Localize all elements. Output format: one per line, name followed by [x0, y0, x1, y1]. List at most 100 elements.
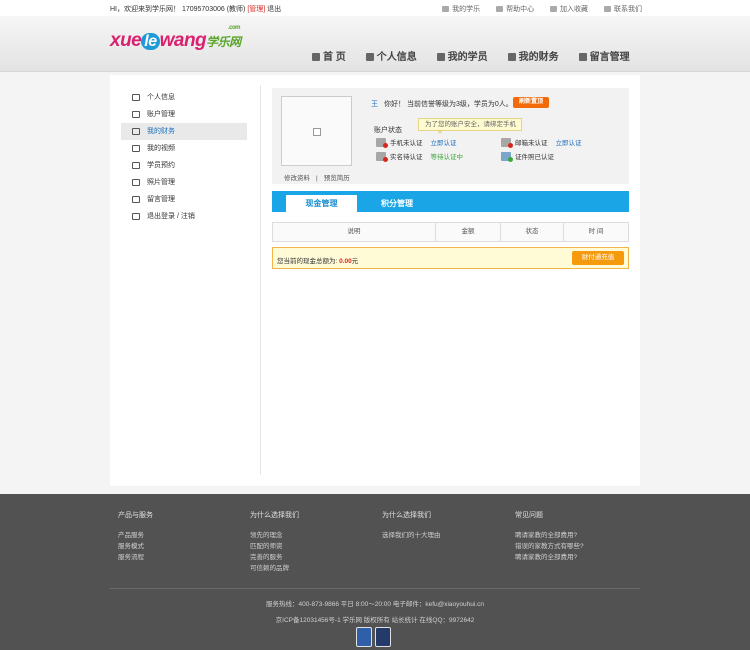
tab-cash-management[interactable]: 现金管理: [286, 195, 357, 212]
verify-email-link[interactable]: 立即认证: [556, 140, 582, 147]
security-badge-icon[interactable]: [375, 627, 391, 647]
certificate-icon: [501, 152, 513, 162]
footer-link[interactable]: 服务模式: [118, 541, 153, 552]
column-time: 时 间: [588, 228, 604, 235]
main-nav: 首 页 个人信息 我的学员 我的财务 留言管理: [312, 48, 648, 63]
greeting: 王你好！ 当前信誉等级为3级，学员为0人。: [371, 99, 513, 109]
realname-verification: 实名待认证 等待认证中: [376, 151, 464, 162]
phone-verification: 手机未认证 立即认证: [376, 137, 457, 148]
nav-personal-info[interactable]: 个人信息: [365, 48, 417, 63]
sidebar-item-finance[interactable]: 我的财务: [121, 123, 247, 140]
appointment-icon: [132, 162, 140, 169]
edit-icon: [507, 53, 516, 61]
tab-points-management[interactable]: 积分管理: [367, 195, 427, 212]
logout-icon: [132, 213, 140, 220]
pending-verification-text: 等待认证中: [430, 154, 464, 161]
footer-link[interactable]: 错误的家教方式有哪些?: [515, 541, 584, 552]
help-icon: [496, 6, 504, 12]
footer-column-products: 产品与服务 产品服务 服务模式 服务流程: [118, 512, 153, 563]
nav-home[interactable]: 首 页: [312, 48, 346, 63]
trust-badge-icon[interactable]: [356, 627, 372, 647]
footer-link[interactable]: 匹配的师资: [250, 541, 299, 552]
avatar[interactable]: [281, 96, 352, 166]
verify-phone-link[interactable]: 立即认证: [431, 140, 457, 147]
footer-link[interactable]: 服务流程: [118, 552, 153, 563]
phone-icon: [376, 138, 388, 148]
sidebar-item-logout[interactable]: 退出登录 / 注销: [121, 208, 247, 225]
site-logo[interactable]: xue le wang学乐网 .com: [110, 25, 241, 52]
footer-column-faq: 常见问题 聘请家教的全部费用? 错误的家教方式有哪些? 聘请家教的全部费用?: [515, 512, 584, 563]
footer-link[interactable]: 领先的理念: [250, 530, 299, 541]
profile-links: 修改资料 | 预览简历: [284, 172, 350, 182]
footer-link[interactable]: 可信赖的品牌: [250, 563, 299, 574]
manage-link[interactable]: [管理]: [247, 6, 265, 13]
top-links: 我的学乐 帮助中心 加入收藏 联系我们: [428, 4, 642, 14]
account-icon: [132, 111, 140, 118]
account-state-label: 账户状态: [374, 127, 402, 134]
header: xue le wang学乐网 .com 首 页 个人信息 我的学员 我的财务 留言管…: [0, 16, 750, 72]
video-icon: [132, 145, 140, 152]
cash-balance-bar: 您当前的现金总额为: 0.00元 财付通充值: [272, 247, 629, 269]
sidebar-item-appointment[interactable]: 学员预约: [121, 157, 247, 174]
sidebar-divider: [260, 85, 261, 475]
photo-icon: [132, 179, 140, 186]
help-center-link[interactable]: 帮助中心: [496, 6, 534, 13]
tenpay-recharge-button[interactable]: 财付通充值: [572, 251, 624, 265]
footer-link[interactable]: 产品服务: [118, 530, 153, 541]
refresh-top-button[interactable]: 刷新置顶: [513, 97, 549, 108]
transactions-table-header: 说明 金额 状态 时 间: [272, 222, 629, 242]
nav-messages[interactable]: 留言管理: [578, 48, 630, 63]
bookmark-icon: [550, 6, 558, 12]
footer-column-why-us-2: 为什么选择我们 选择我们的十大理由: [382, 512, 441, 541]
main-panel: 个人信息 账户管理 我的财务 我的视频 学员预约 照片管理 留言管理 退出登录 …: [110, 75, 640, 486]
footer-link[interactable]: 聘请家教的全部费用?: [515, 552, 584, 563]
column-description: 说明: [273, 223, 436, 241]
welcome-text: HI，欢迎来到学乐网！ 17095703006 (教师) [管理] 退出: [110, 4, 281, 14]
footer-icp: 京ICP备12031456号-1 学乐网 版权所有 站长统计 在线QQ：9972…: [275, 617, 475, 624]
footer-column-why-us: 为什么选择我们 领先的理念 匹配的师资 完善的服务 可信赖的品牌: [250, 512, 299, 574]
sidebar-item-personal-info[interactable]: 个人信息: [121, 89, 247, 106]
message-icon: [132, 196, 140, 203]
edit-profile-link[interactable]: 修改资料: [284, 175, 310, 182]
sidebar-item-messages[interactable]: 留言管理: [121, 191, 247, 208]
certificate-verification: 证件照已认证: [501, 151, 554, 162]
id-card-icon: [376, 152, 388, 162]
balance-amount: 0.00: [339, 258, 352, 265]
my-xuele-link[interactable]: 我的学乐: [442, 6, 480, 13]
profile-box: 修改资料 | 预览简历 王你好！ 当前信誉等级为3级，学员为0人。 刷新置顶 为了您…: [272, 88, 629, 184]
email-icon: [501, 138, 513, 148]
sidebar: 个人信息 账户管理 我的财务 我的视频 学员预约 照片管理 留言管理 退出登录 …: [121, 89, 247, 225]
nav-my-finance[interactable]: 我的财务: [507, 48, 559, 63]
users-icon: [436, 53, 445, 61]
nav-my-students[interactable]: 我的学员: [436, 48, 488, 63]
home-icon: [312, 53, 320, 61]
footer-badges: [356, 627, 394, 649]
heart-icon: [442, 6, 450, 12]
sidebar-item-account[interactable]: 账户管理: [121, 106, 247, 123]
user-icon: [132, 94, 140, 101]
user-icon: [365, 53, 374, 61]
sidebar-item-photos[interactable]: 照片管理: [121, 174, 247, 191]
finance-icon: [132, 128, 140, 135]
sidebar-item-video[interactable]: 我的视频: [121, 140, 247, 157]
mail-icon: [578, 53, 587, 61]
column-amount: 金额: [436, 223, 501, 241]
top-bar: HI，欢迎来到学乐网！ 17095703006 (教师) [管理] 退出 我的学…: [0, 0, 750, 16]
add-favorite-link[interactable]: 加入收藏: [550, 6, 588, 13]
broken-image-icon: [313, 128, 321, 136]
footer-link[interactable]: 完善的服务: [250, 552, 299, 563]
bind-phone-tooltip: 为了您的账户安全，请绑定手机: [418, 118, 522, 134]
greeting-text: 你好！ 当前信誉等级为3级，学员为0人。: [384, 101, 513, 108]
preview-resume-link[interactable]: 预览简历: [324, 175, 350, 182]
footer-divider: [110, 588, 640, 589]
contact-icon: [604, 6, 611, 12]
finance-tabs: 现金管理 积分管理: [272, 191, 629, 212]
user-name-tag: 王: [371, 101, 378, 108]
footer-link[interactable]: 选择我们的十大理由: [382, 530, 441, 541]
welcome-message: HI，欢迎来到学乐网！ 17095703006 (教师): [110, 6, 248, 13]
footer-link[interactable]: 聘请家教的全部费用?: [515, 530, 584, 541]
email-verification: 邮箱未认证 立即认证: [501, 137, 582, 148]
logout-link[interactable]: 退出: [265, 6, 281, 13]
contact-us-link[interactable]: 联系我们: [604, 6, 642, 13]
column-status: 状态: [501, 223, 564, 241]
